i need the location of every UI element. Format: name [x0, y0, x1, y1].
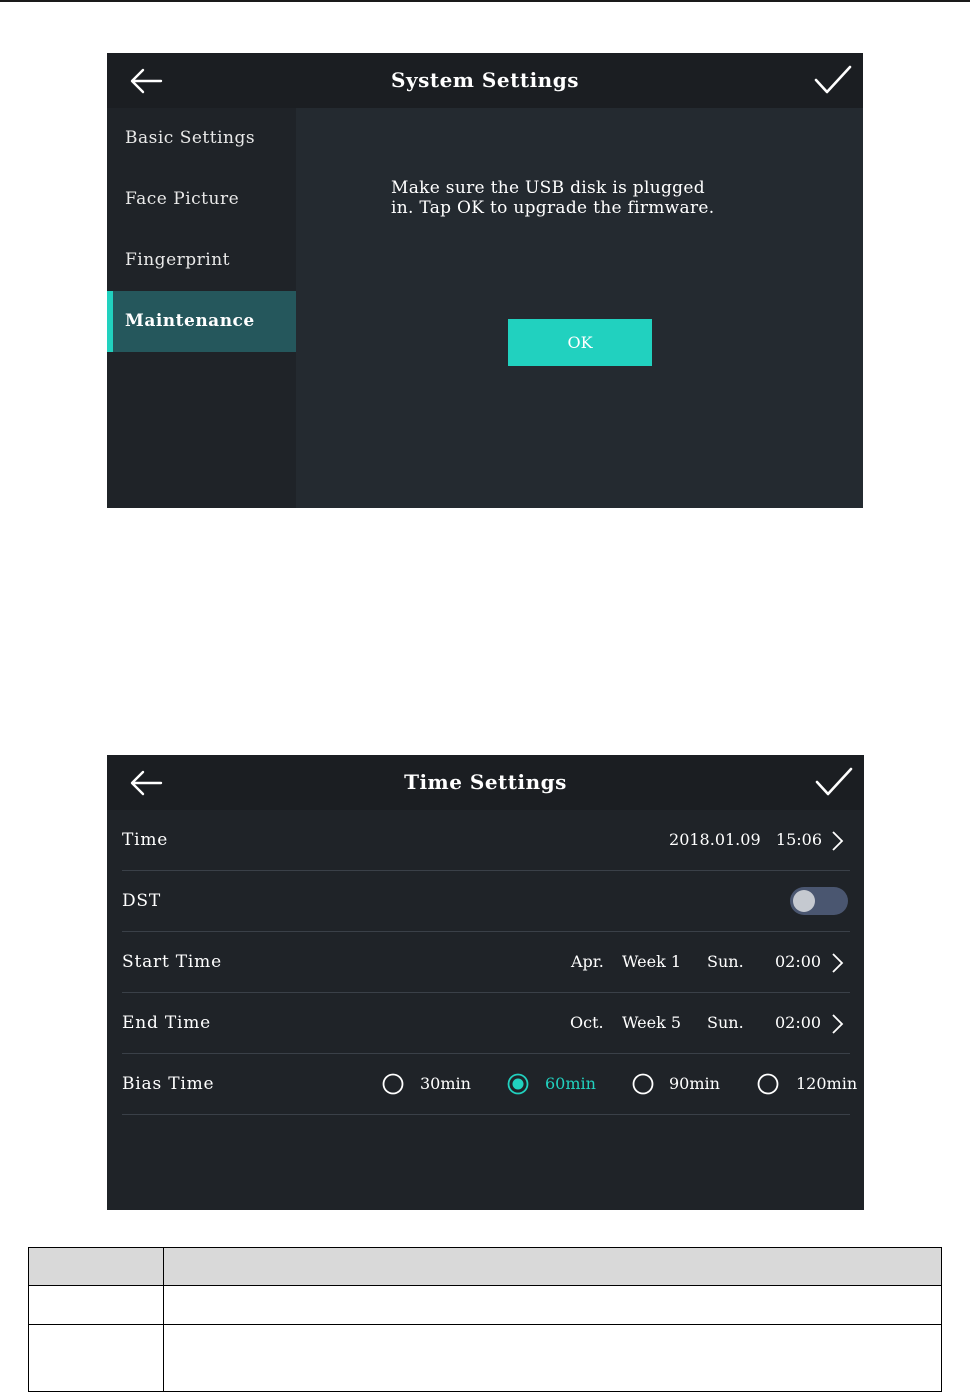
title-bar: System Settings: [107, 53, 863, 108]
upgrade-message-line: Make sure the USB disk is plugged: [391, 178, 705, 198]
end-month-text: Oct.: [570, 1013, 604, 1032]
radio-90min[interactable]: [632, 1073, 654, 1095]
end-day-text: Sun.: [707, 1013, 744, 1032]
table-cell: [163, 1285, 942, 1325]
start-week-text: Week 1: [622, 952, 682, 971]
start-time-row[interactable]: Start Time Apr. Week 1 Sun. 02:00: [122, 932, 850, 993]
maintenance-panel: Make sure the USB disk is plugged in. Ta…: [296, 108, 863, 508]
page-title: Time Settings: [404, 770, 567, 794]
end-time-row[interactable]: End Time Oct. Week 5 Sun. 02:00: [122, 993, 850, 1054]
table-cell: [163, 1324, 942, 1392]
start-time-label: Start Time: [122, 952, 222, 972]
chevron-right-icon: [832, 1014, 844, 1034]
confirm-check-icon[interactable]: [814, 765, 854, 799]
bias-time-label: Bias Time: [122, 1074, 215, 1094]
sidebar-item-label: Fingerprint: [125, 250, 230, 270]
radio-label-120min[interactable]: 120min: [796, 1054, 857, 1114]
sidebar-item-label: Face Picture: [125, 189, 240, 209]
radio-label-30min[interactable]: 30min: [420, 1054, 471, 1114]
sidebar-item-maintenance[interactable]: Maintenance: [107, 291, 296, 352]
title-bar: Time Settings: [107, 755, 864, 810]
table-header-row: [28, 1247, 942, 1286]
ok-button[interactable]: OK: [508, 319, 652, 366]
page-top-rule: [0, 0, 970, 2]
end-time-label: End Time: [122, 1013, 212, 1033]
upgrade-message-line: in. Tap OK to upgrade the firmware.: [391, 198, 715, 218]
end-clock-text: 02:00: [775, 1013, 822, 1032]
chevron-right-icon: [832, 953, 844, 973]
dst-row: DST: [122, 871, 850, 932]
start-day-text: Sun.: [707, 952, 744, 971]
parameter-table: [28, 1247, 942, 1392]
confirm-check-icon[interactable]: [813, 63, 853, 97]
start-month-text: Apr.: [571, 952, 604, 971]
sidebar-item-face-picture[interactable]: Face Picture: [107, 169, 296, 230]
bias-time-row: Bias Time 30min 60min 90min 120min: [122, 1054, 857, 1115]
radio-label-60min[interactable]: 60min: [545, 1054, 596, 1114]
time-label: Time: [122, 830, 169, 850]
radio-label-90min[interactable]: 90min: [669, 1054, 720, 1114]
dst-label: DST: [122, 891, 162, 911]
table-row: [28, 1324, 942, 1392]
table-cell: [28, 1324, 164, 1392]
sidebar-item-fingerprint[interactable]: Fingerprint: [107, 230, 296, 291]
dst-toggle[interactable]: [790, 887, 848, 915]
time-settings-screen: Time Settings Time 2018.01.09 15:06 DST …: [107, 755, 864, 1210]
radio-120min[interactable]: [757, 1073, 779, 1095]
end-week-text: Week 5: [622, 1013, 682, 1032]
toggle-knob: [793, 890, 815, 912]
sidebar-item-label: Basic Settings: [125, 128, 256, 148]
table-cell: [28, 1285, 164, 1325]
settings-sidebar: Basic Settings Face Picture Fingerprint …: [107, 108, 296, 508]
time-row[interactable]: Time 2018.01.09 15:06: [122, 810, 850, 871]
system-settings-screen: System Settings Basic Settings Face Pict…: [107, 53, 863, 508]
sidebar-item-label: Maintenance: [125, 311, 255, 331]
start-clock-text: 02:00: [775, 952, 822, 971]
page-title: System Settings: [391, 68, 579, 92]
sidebar-item-basic-settings[interactable]: Basic Settings: [107, 108, 296, 169]
time-value: 2018.01.09 15:06: [669, 830, 822, 849]
radio-30min[interactable]: [382, 1073, 404, 1095]
chevron-right-icon: [832, 831, 844, 851]
upgrade-message: Make sure the USB disk is plugged in. Ta…: [391, 178, 791, 218]
radio-60min[interactable]: [507, 1073, 529, 1095]
table-header-cell: [28, 1247, 164, 1286]
time-settings-list: Time 2018.01.09 15:06 DST Start Time Apr…: [122, 810, 857, 1115]
table-row: [28, 1285, 942, 1325]
table-header-cell: [163, 1247, 942, 1286]
